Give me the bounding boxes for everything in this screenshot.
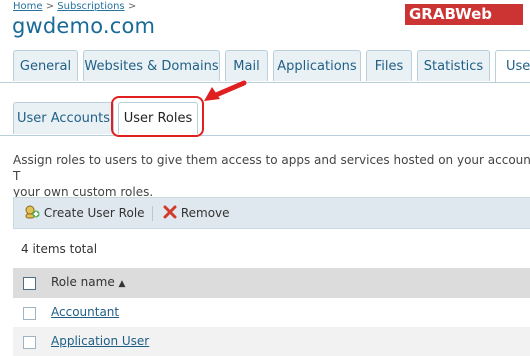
remove-x-icon: [163, 205, 177, 219]
subtab-user-accounts[interactable]: User Accounts: [13, 102, 114, 134]
tab-applications[interactable]: Applications: [273, 50, 361, 81]
toolbar-separator: [152, 206, 153, 221]
remove-button[interactable]: Remove: [163, 198, 230, 228]
description-line-1: Assign roles to users to give them acces…: [13, 153, 530, 183]
select-all-checkbox[interactable]: [23, 277, 36, 290]
tab-users[interactable]: User: [495, 50, 530, 83]
grabweb-logo: GRABWeb: [405, 4, 523, 25]
table-row: Application User: [13, 327, 530, 356]
tab-statistics[interactable]: Statistics: [417, 50, 490, 81]
sub-tabs: User Accounts User Roles: [0, 100, 530, 136]
subtabs-divider: [0, 135, 530, 136]
logo-text-web: Web: [455, 5, 493, 23]
breadcrumb-home-link[interactable]: Home: [13, 1, 43, 12]
table-header: Role name ▲: [13, 268, 530, 298]
remove-label: Remove: [180, 206, 230, 220]
tab-general[interactable]: General: [13, 50, 78, 81]
table-row: Accountant: [13, 298, 530, 327]
logo-text-grab: GRAB: [409, 5, 456, 23]
tabs-divider: [0, 82, 530, 83]
breadcrumb-separator: >: [45, 1, 55, 12]
page-title: gwdemo.com: [12, 14, 156, 38]
breadcrumb: Home > Subscriptions >: [13, 1, 136, 12]
create-user-role-label: Create User Role: [43, 206, 145, 220]
column-role-name-label: Role name: [51, 275, 115, 289]
description-text: Assign roles to users to give them acces…: [13, 152, 530, 200]
sort-ascending-icon: ▲: [118, 279, 126, 289]
row-checkbox[interactable]: [23, 307, 36, 320]
tab-mail[interactable]: Mail: [225, 50, 268, 81]
tab-users-label: User: [506, 59, 530, 74]
create-user-role-button[interactable]: Create User Role: [24, 198, 145, 228]
column-role-name[interactable]: Role name ▲: [51, 275, 125, 289]
row-checkbox[interactable]: [23, 336, 36, 349]
red-arrow-icon: [204, 80, 247, 101]
breadcrumb-separator: >: [127, 1, 137, 12]
highlight-annotation: [111, 96, 204, 137]
breadcrumb-subscriptions-link[interactable]: Subscriptions: [57, 1, 124, 12]
create-role-icon: [25, 205, 40, 219]
items-total-count: 4 items total: [21, 242, 98, 256]
tab-websites-domains[interactable]: Websites & Domains: [83, 50, 220, 81]
main-tabs: General Websites & Domains Mail Applicat…: [0, 50, 530, 83]
role-link-application-user[interactable]: Application User: [51, 334, 149, 348]
role-link-accountant[interactable]: Accountant: [51, 305, 119, 319]
tab-files[interactable]: Files: [366, 50, 412, 81]
toolbar: Create User Role Remove: [13, 197, 530, 229]
